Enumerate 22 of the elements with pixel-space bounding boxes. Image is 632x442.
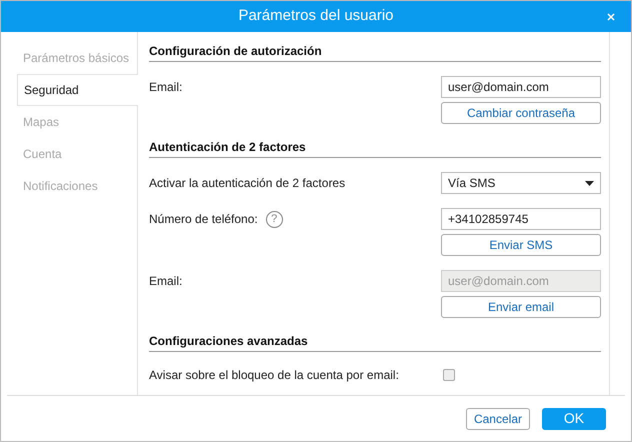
field-label: Email: [149, 273, 182, 289]
text-field[interactable]: +34102859745 [441, 208, 601, 230]
checkbox[interactable] [443, 369, 455, 381]
help-icon[interactable]: ? [266, 211, 283, 228]
field-label: Número de teléfono: [149, 211, 258, 227]
caret-icon [585, 180, 594, 186]
dropdown[interactable]: Vía SMS [441, 172, 601, 194]
section-heading: Autenticación de 2 factores [149, 140, 601, 158]
dropdown-value: Vía SMS [448, 175, 496, 192]
text-field[interactable]: user@domain.com [441, 76, 601, 98]
section-heading: Configuración de autorización [149, 44, 601, 62]
cancel-button[interactable]: Cancelar [466, 408, 530, 430]
field-label: Email: [149, 79, 182, 95]
field-label: Activar la autenticación de 2 factores [149, 175, 346, 192]
ok-button[interactable]: OK [542, 408, 606, 430]
sidebar-tab[interactable]: Seguridad [17, 74, 138, 106]
action-button[interactable]: Enviar SMS [441, 234, 601, 256]
checkbox-label: Avisar sobre el bloqueo de la cuenta por email: [149, 367, 400, 384]
action-button[interactable]: Cambiar contraseña [441, 102, 601, 124]
section-heading: Configuraciones avanzadas [149, 334, 601, 352]
window-title: Parámetros del usuario [238, 6, 394, 26]
close-icon[interactable] [607, 13, 615, 21]
